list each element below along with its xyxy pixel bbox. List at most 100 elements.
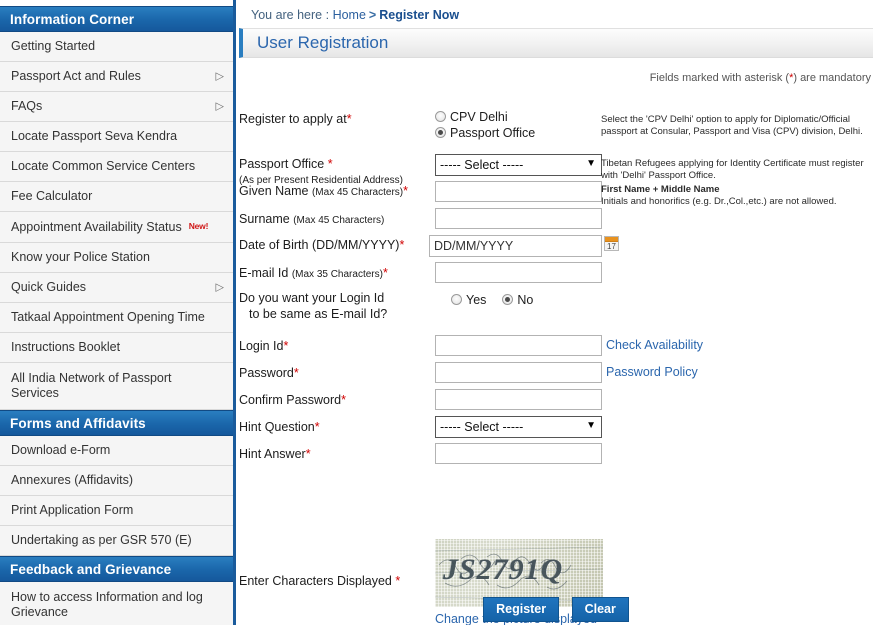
label-date-of-birth-text: Date of Birth (DD/MM/YYYY) [239,238,399,252]
label-surname: Surname (Max 45 Characters) [239,212,384,228]
radio-passport-office-label: Passport Office [450,126,535,140]
radio-yes-icon[interactable] [451,294,462,305]
select-hint-question[interactable]: ----- Select ----- [435,416,602,438]
mandatory-note-before: Fields marked with asterisk ( [650,72,789,84]
label-given-name-sub: (Max 45 Characters) [312,187,403,198]
calendar-icon[interactable]: 17 [604,236,619,251]
sidebar-item-label: Undertaking as per GSR 570 (E) [11,533,192,547]
sidebar-item-label: Locate Passport Seva Kendra [11,129,177,143]
clear-button[interactable]: Clear [572,597,629,622]
chevron-right-icon: ▷ [216,101,224,112]
password-policy-link[interactable]: Password Policy [606,365,698,379]
label-surname-text: Surname [239,212,290,226]
radio-passport-office-icon[interactable] [435,127,446,138]
sidebar-item[interactable]: Undertaking as per GSR 570 (E) [0,526,233,556]
label-hint-answer: Hint Answer* [239,447,311,462]
sidebar-item[interactable]: Locate Common Service Centers [0,152,233,182]
label-login-id-text: Login Id [239,339,283,353]
label-hint-answer-asterisk: * [306,447,311,461]
label-hint-question-text: Hint Question [239,420,315,434]
label-surname-sub: (Max 45 Characters) [293,215,384,226]
mandatory-fields-note: Fields marked with asterisk (*) are mand… [239,58,873,84]
sidebar-item[interactable]: Know your Police Station [0,243,233,273]
label-captcha-text: Enter Characters Displayed [239,574,392,588]
mandatory-note-after: ) are mandatory [793,72,871,84]
label-register-at-asterisk: * [347,112,352,126]
check-availability-link[interactable]: Check Availability [606,338,703,352]
label-given-name-asterisk: * [403,184,408,198]
radio-yes-label: Yes [466,293,486,307]
chevron-right-icon: ▷ [216,282,224,293]
page-root: Information Corner Getting Started Passpor… [0,0,873,625]
sidebar-item[interactable]: FAQs ▷ [0,92,233,122]
label-email-asterisk: * [383,266,388,280]
label-login-same-as-email: Do you want your Login Id to be same as … [239,290,387,322]
sidebar-item-label: Tatkaal Appointment Opening Time [11,310,205,324]
sidebar-item[interactable]: Getting Started [0,32,233,62]
sidebar-item[interactable]: Annexures (Affidavits) [0,466,233,496]
helper-given-name-bold: First Name + Middle Name [601,184,720,195]
sidebar-item[interactable]: Print Application Form [0,496,233,526]
label-email-sub: (Max 35 Characters) [292,269,383,280]
helper-given-name-text: Initials and honorifics (e.g. Dr.,Col.,e… [601,196,837,207]
chevron-right-icon: ▷ [216,71,224,82]
breadcrumb-prefix: You are here : [251,8,329,22]
hint-answer-input[interactable] [435,443,602,464]
login-id-input[interactable] [435,335,602,356]
sidebar-item-label: Passport Act and Rules [11,69,141,83]
given-name-input[interactable] [435,181,602,202]
label-login-same-line1: Do you want your Login Id [239,291,384,305]
sidebar-item-label: FAQs [11,99,42,113]
sidebar-item[interactable]: Quick Guides ▷ [0,273,233,303]
helper-passport-office: Tibetan Refugees applying for Identity C… [601,158,869,181]
sidebar-item[interactable]: Locate Passport Seva Kendra [0,122,233,152]
label-passport-office-asterisk: * [328,157,333,171]
register-button[interactable]: Register [483,597,559,622]
breadcrumb-current: Register Now [379,8,459,22]
radio-register-at-passport-office[interactable]: Passport Office [435,125,535,142]
sidebar-item-label: Getting Started [11,39,95,53]
select-hint-question-wrap[interactable]: ----- Select ----- ▼ [435,416,602,438]
sidebar-item-label: Locate Common Service Centers [11,159,195,173]
radio-no-label: No [517,293,533,307]
date-of-birth-input[interactable] [429,235,602,257]
calendar-icon-day: 17 [605,242,618,251]
radio-register-at-cpv[interactable]: CPV Delhi [435,109,508,126]
breadcrumb-separator: > [369,8,376,22]
select-passport-office[interactable]: ----- Select ----- [435,154,602,176]
sidebar-item[interactable]: Appointment Availability StatusNew! [0,212,233,243]
sidebar-item-label: How to access Information and log Grieva… [11,590,203,619]
sidebar-item[interactable]: How to access Information and log Grieva… [0,582,233,625]
label-email-text: E-mail Id [239,266,288,280]
radio-no-icon[interactable] [502,294,513,305]
breadcrumb-home-link[interactable]: Home [333,8,366,22]
sidebar-item[interactable]: Download e-Form [0,436,233,466]
sidebar-item[interactable]: Tatkaal Appointment Opening Time [0,303,233,333]
sidebar-item-label: Quick Guides [11,280,86,294]
sidebar-item[interactable]: Instructions Booklet [0,333,233,363]
sidebar-item-label: Know your Police Station [11,250,150,264]
sidebar-item-label: All India Network of Passport Services [11,371,172,400]
password-input[interactable] [435,362,602,383]
label-password: Password* [239,366,299,381]
surname-input[interactable] [435,208,602,229]
select-passport-office-wrap[interactable]: ----- Select ----- ▼ [435,154,602,176]
sidebar-item[interactable]: Fee Calculator [0,182,233,212]
radio-cpv-delhi-icon[interactable] [435,111,446,122]
label-password-asterisk: * [294,366,299,380]
label-confirm-password-text: Confirm Password [239,393,341,407]
label-login-id: Login Id* [239,339,288,354]
page-title-bar: User Registration [239,28,873,58]
email-input[interactable] [435,262,602,283]
sidebar-group-header: Information Corner [0,6,233,32]
label-date-of-birth-asterisk: * [399,238,404,252]
sidebar-item-label: Annexures (Affidavits) [11,473,133,487]
sidebar-item[interactable]: Passport Act and Rules ▷ [0,62,233,92]
label-email: E-mail Id (Max 35 Characters)* [239,266,388,282]
confirm-password-input[interactable] [435,389,602,410]
sidebar-item[interactable]: All India Network of Passport Services [0,363,233,410]
radio-group-login-same-as-email[interactable]: Yes No [451,292,533,309]
sidebar-groups: Information Corner Getting Started Passpor… [0,6,233,625]
label-given-name-text: Given Name [239,184,308,198]
sidebar-group-header: Forms and Affidavits [0,410,233,436]
